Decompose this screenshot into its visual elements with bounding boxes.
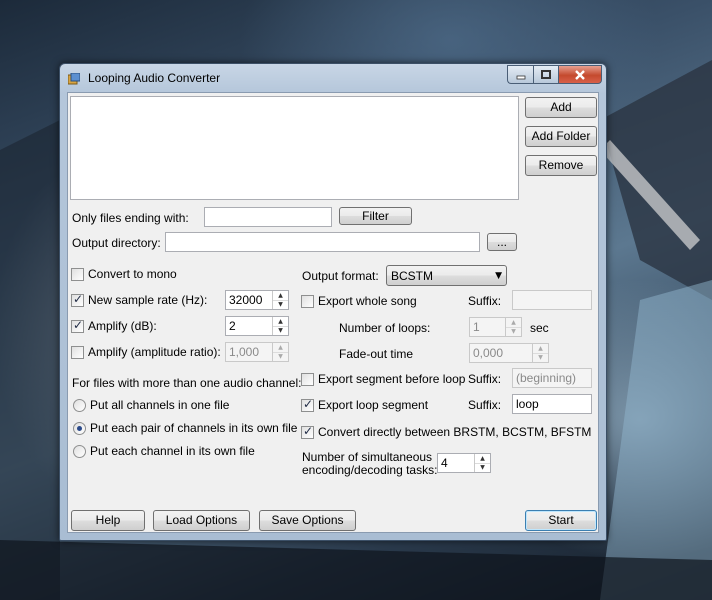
new-sample-rate-checkbox[interactable] — [71, 292, 84, 307]
window-client-area: Add Add Folder Remove Only files ending … — [67, 92, 599, 533]
spin-down-icon[interactable]: ▼ — [273, 326, 288, 335]
before-loop-suffix-label: Suffix: — [468, 372, 502, 386]
main-window: Looping Audio Converter Add Add Folder R… — [59, 63, 607, 541]
amplify-ratio-spinner[interactable]: 1,000 ▲ ▼ — [225, 342, 289, 362]
channels-option-each-label: Put each channel in its own file — [90, 444, 255, 458]
minimize-button[interactable] — [507, 65, 533, 84]
export-loop-segment-label: Export loop segment — [318, 398, 429, 412]
sample-rate-value: 32000 — [229, 293, 263, 307]
amplify-ratio-value: 1,000 — [229, 345, 260, 359]
number-of-loops-value: 1 — [473, 320, 480, 334]
export-whole-song-checkbox[interactable] — [301, 295, 314, 308]
export-before-loop-checkbox[interactable] — [301, 373, 314, 386]
maximize-button[interactable] — [533, 65, 558, 84]
tasks-label-line1: Number of simultaneous — [302, 450, 433, 464]
spin-down-icon[interactable]: ▼ — [475, 463, 490, 472]
start-button[interactable]: Start — [525, 510, 597, 531]
amplify-ratio-label: Amplify (amplitude ratio): — [88, 345, 221, 359]
tasks-spinner[interactable]: 4 ▲ ▼ — [437, 453, 491, 473]
browse-button[interactable]: ... — [487, 233, 517, 251]
amplify-db-spinner[interactable]: 2 ▲ ▼ — [225, 316, 289, 336]
channels-option-pair-label: Put each pair of channels in its own fil… — [90, 421, 298, 435]
channels-heading: For files with more than one audio chann… — [72, 376, 302, 390]
convert-to-mono-checkbox[interactable] — [71, 268, 84, 281]
output-format-select[interactable]: BCSTM ▼ — [386, 265, 507, 286]
add-folder-button[interactable]: Add Folder — [525, 126, 597, 147]
remove-button[interactable]: Remove — [525, 155, 597, 176]
fade-out-value: 0,000 — [473, 346, 504, 360]
output-format-label: Output format: — [302, 269, 379, 283]
whole-song-suffix-input[interactable] — [512, 290, 592, 310]
channels-option-pair[interactable] — [73, 422, 86, 435]
fade-out-spinner[interactable]: 0,000 ▲ ▼ — [469, 343, 549, 363]
save-options-button[interactable]: Save Options — [259, 510, 356, 531]
tasks-value: 4 — [441, 456, 448, 470]
export-loop-segment-checkbox[interactable] — [301, 397, 314, 412]
maximize-icon — [541, 69, 551, 79]
export-before-loop-label: Export segment before loop — [318, 372, 466, 386]
whole-song-suffix-label: Suffix: — [468, 294, 502, 308]
amplify-db-label: Amplify (dB): — [88, 319, 157, 333]
loop-segment-suffix-label: Suffix: — [468, 398, 502, 412]
close-icon — [575, 69, 585, 80]
sample-rate-spinner[interactable]: 32000 ▲ ▼ — [225, 290, 289, 310]
app-icon — [68, 73, 80, 85]
output-format-value: BCSTM — [391, 269, 433, 283]
amplify-db-value: 2 — [229, 319, 236, 333]
channels-option-all[interactable] — [73, 399, 86, 412]
window-title: Looping Audio Converter — [88, 71, 221, 85]
number-of-loops-label: Number of loops: — [339, 321, 431, 335]
spin-down-icon[interactable]: ▼ — [533, 353, 548, 362]
convert-to-mono-label: Convert to mono — [88, 267, 177, 281]
new-sample-rate-label: New sample rate (Hz): — [88, 293, 208, 307]
filter-input[interactable] — [204, 207, 332, 227]
load-options-button[interactable]: Load Options — [153, 510, 250, 531]
before-loop-suffix-input[interactable]: (beginning) — [512, 368, 592, 388]
output-directory-label: Output directory: — [72, 236, 161, 250]
convert-directly-checkbox[interactable] — [301, 424, 314, 439]
spin-down-icon[interactable]: ▼ — [273, 352, 288, 361]
file-list[interactable] — [70, 96, 519, 200]
minimize-icon — [516, 75, 525, 79]
spin-down-icon[interactable]: ▼ — [273, 300, 288, 309]
loops-unit-label: sec — [530, 321, 549, 335]
filter-button[interactable]: Filter — [339, 207, 412, 225]
filter-label: Only files ending with: — [72, 211, 189, 225]
tasks-label-line2: encoding/decoding tasks: — [302, 463, 438, 477]
channels-option-all-label: Put all channels in one file — [90, 398, 230, 412]
title-bar[interactable]: Looping Audio Converter — [60, 64, 606, 92]
number-of-loops-spinner[interactable]: 1 ▲ ▼ — [469, 317, 522, 337]
amplify-ratio-checkbox[interactable] — [71, 346, 84, 359]
loop-segment-suffix-input[interactable]: loop — [512, 394, 592, 414]
close-button[interactable] — [558, 65, 602, 84]
help-button[interactable]: Help — [71, 510, 145, 531]
convert-directly-label: Convert directly between BRSTM, BCSTM, B… — [318, 425, 592, 439]
spin-down-icon[interactable]: ▼ — [506, 327, 521, 336]
export-whole-song-label: Export whole song — [318, 294, 417, 308]
fade-out-label: Fade-out time — [339, 347, 414, 361]
chevron-down-icon: ▼ — [495, 271, 502, 281]
channels-option-each[interactable] — [73, 445, 86, 458]
output-directory-input[interactable] — [165, 232, 480, 252]
amplify-db-checkbox[interactable] — [71, 318, 84, 333]
add-button[interactable]: Add — [525, 97, 597, 118]
